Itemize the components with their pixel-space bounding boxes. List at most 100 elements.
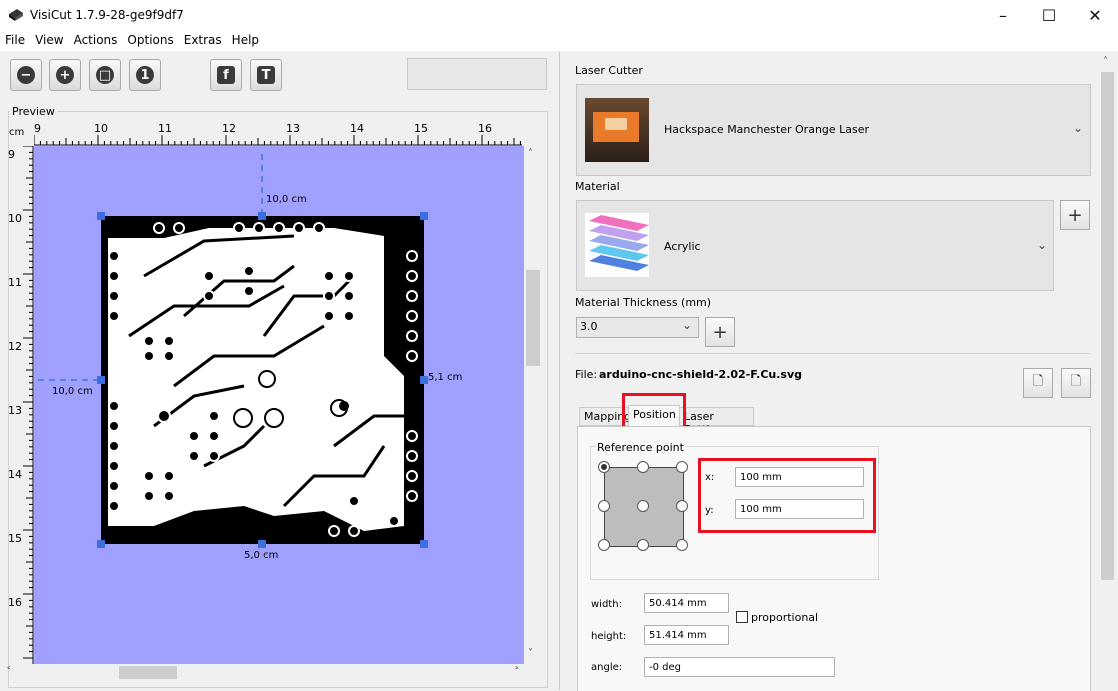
menu-actions[interactable]: Actions [69, 31, 123, 51]
material-thickness-select[interactable]: 3.0 ⌄ [576, 317, 699, 338]
v-tick-15: 15 [8, 532, 22, 545]
plus-icon: + [1067, 204, 1083, 226]
preview-canvas[interactable]: 10,0 cm 10,0 cm 5,1 cm 5,0 cm [34, 146, 524, 664]
scroll-up-icon[interactable]: ˄ [1103, 56, 1108, 67]
laser-cutter-select[interactable]: Hackspace Manchester Orange Laser ⌄ [576, 84, 1091, 176]
v-tick-13: 13 [8, 404, 22, 417]
vertical-ruler: 9 10 11 12 13 14 15 16 [8, 146, 34, 664]
file-name: arduino-cnc-shield-2.02-F.Cu.svg [599, 368, 802, 381]
zoom-fit-button[interactable]: □ [89, 59, 121, 91]
remove-document-icon: 🗋 [1070, 374, 1082, 389]
angle-label: angle: [591, 662, 623, 673]
v-tick-labels: 9 10 11 12 13 14 15 16 [8, 148, 22, 609]
ref-point-top-right[interactable] [676, 461, 688, 473]
material-thickness-label: Material Thickness (mm) [575, 296, 712, 309]
app-icon [9, 9, 23, 21]
reference-point-label: Reference point [596, 441, 685, 454]
menu-view[interactable]: View [30, 31, 68, 51]
material-thickness-value: 3.0 [580, 320, 598, 333]
v-tick-12: 12 [8, 340, 22, 353]
close-icon[interactable]: ✕ [1072, 0, 1118, 31]
minimize-icon[interactable]: – [980, 0, 1026, 31]
chevron-down-icon: ⌄ [682, 318, 693, 332]
h-tick-10: 10 [94, 122, 108, 135]
h-tick-labels: 9 10 11 12 13 14 15 16 [34, 122, 492, 135]
x-input[interactable] [735, 467, 864, 487]
proportional-checkbox[interactable] [736, 611, 748, 623]
preview-horizontal-scrollbar[interactable]: ˂ ˃ [6, 664, 524, 681]
v-tick-10: 10 [8, 212, 22, 225]
ref-point-center[interactable] [637, 500, 649, 512]
title-bar: VisiCut 1.7.9-28-ge9f9df7 – ☐ ✕ [0, 0, 1118, 31]
scroll-down-icon[interactable]: ˅ [528, 648, 533, 659]
toolbar-blank-field [407, 58, 547, 90]
ref-point-bottom-center[interactable] [637, 539, 649, 551]
add-thickness-button[interactable]: + [705, 317, 735, 347]
width-label: width: [591, 599, 622, 610]
scroll-right-icon[interactable]: ˃ [514, 665, 520, 678]
v-tick-16: 16 [8, 596, 22, 609]
facebook-icon: f [217, 66, 235, 84]
remove-file-button[interactable]: 🗋 [1061, 368, 1091, 398]
maximize-icon[interactable]: ☐ [1026, 0, 1072, 31]
scroll-up-icon[interactable]: ˄ [528, 148, 533, 159]
h-tick-13: 13 [286, 122, 300, 135]
menu-file[interactable]: File [0, 31, 30, 51]
laser-cutter-label: Laser Cutter [575, 64, 643, 77]
v-tick-9: 9 [8, 148, 15, 161]
facebook-button[interactable]: f [210, 59, 242, 91]
ref-point-bottom-right[interactable] [676, 539, 688, 551]
divider [575, 353, 1090, 354]
tab-laser-settings[interactable]: Laser Settings [679, 407, 754, 436]
material-label: Material [575, 180, 620, 193]
material-select[interactable]: Acrylic ⌄ [576, 200, 1054, 291]
settings-scroll-thumb[interactable] [1101, 72, 1114, 580]
preview-label: Preview [10, 105, 57, 118]
menu-help[interactable]: Help [227, 31, 264, 51]
h-tick-16: 16 [478, 122, 492, 135]
thingiverse-button[interactable]: T [250, 59, 282, 91]
dimension-bottom-label: 5,0 cm [244, 550, 278, 561]
h-tick-9: 9 [34, 122, 41, 135]
angle-input[interactable] [644, 657, 835, 677]
ref-point-middle-left[interactable] [598, 500, 610, 512]
h-tick-14: 14 [350, 122, 364, 135]
zoom-reset-button[interactable]: 1 [129, 59, 161, 91]
dimension-top-label: 10,0 cm [266, 194, 307, 205]
preview-vscroll-thumb[interactable] [526, 270, 540, 366]
ruler-unit-label: cm [9, 127, 25, 138]
zoom-out-icon: − [17, 66, 35, 84]
add-material-button[interactable]: + [1060, 200, 1090, 230]
laser-cutter-image [585, 98, 649, 162]
y-input[interactable] [735, 499, 864, 519]
zoom-fit-icon: □ [96, 66, 114, 84]
zoom-reset-icon: 1 [136, 66, 154, 84]
ref-point-top-left[interactable] [598, 461, 610, 473]
height-input[interactable] [644, 625, 729, 645]
zoom-out-button[interactable]: − [10, 59, 42, 91]
add-file-button[interactable]: 🗋 [1023, 368, 1053, 398]
dimension-right-label: 5,1 cm [428, 372, 462, 383]
menu-options[interactable]: Options [122, 31, 178, 51]
ref-point-middle-right[interactable] [676, 500, 688, 512]
window-title: VisiCut 1.7.9-28-ge9f9df7 [30, 8, 184, 22]
settings-vertical-scrollbar[interactable]: ˄ [1099, 52, 1116, 688]
h-tick-11: 11 [158, 122, 172, 135]
menu-extras[interactable]: Extras [179, 31, 227, 51]
height-label: height: [591, 631, 627, 642]
v-tick-11: 11 [8, 276, 22, 289]
preview-hscroll-thumb[interactable] [119, 666, 177, 679]
v-tick-14: 14 [8, 468, 22, 481]
scroll-left-icon[interactable]: ˂ [6, 665, 12, 678]
zoom-in-button[interactable]: + [49, 59, 81, 91]
preview-vertical-scrollbar[interactable]: ˄ ˅ [525, 146, 541, 664]
laser-cutter-value: Hackspace Manchester Orange Laser [664, 123, 870, 136]
material-value: Acrylic [664, 240, 701, 253]
ref-point-top-center[interactable] [637, 461, 649, 473]
width-input[interactable] [644, 593, 729, 613]
thingiverse-icon: T [257, 66, 275, 84]
material-image [585, 213, 649, 277]
menu-bar: File View Actions Options Extras Help [0, 31, 1118, 51]
ref-point-bottom-left[interactable] [598, 539, 610, 551]
y-label: y: [705, 505, 714, 516]
